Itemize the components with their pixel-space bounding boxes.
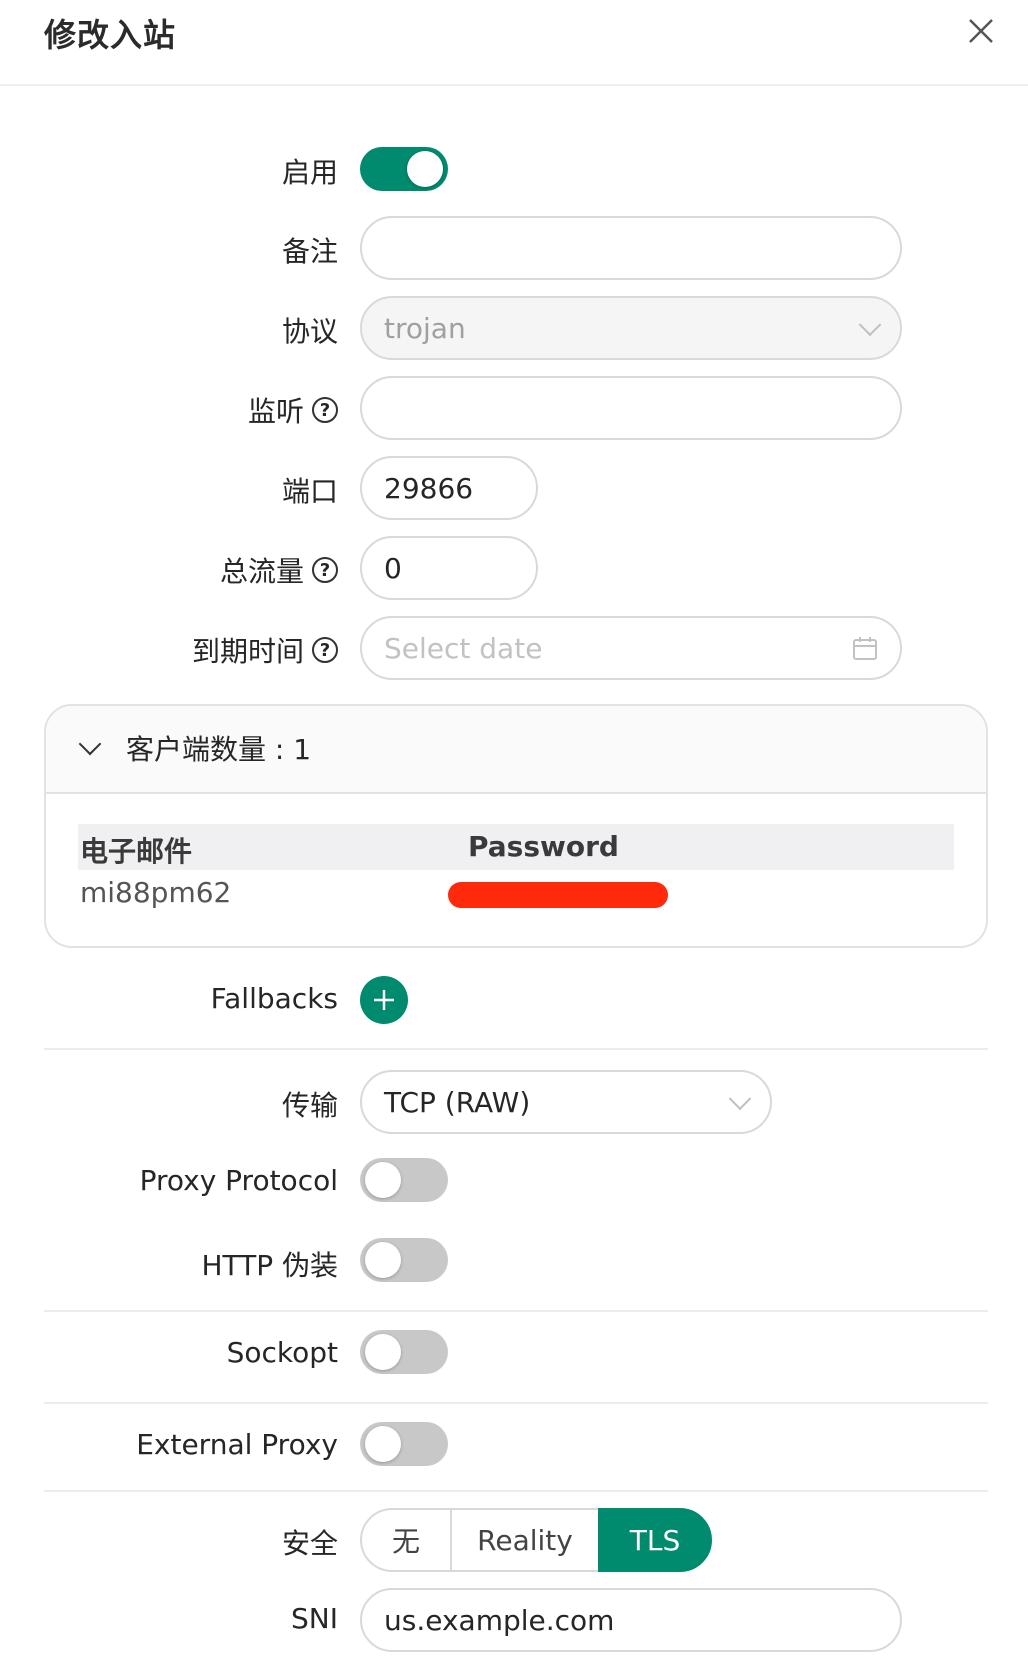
external-proxy-row: External Proxy	[0, 1422, 1028, 1470]
proxy-protocol-row: Proxy Protocol	[0, 1158, 1028, 1206]
port-row: 端口 29866	[0, 456, 1028, 520]
question-icon[interactable]: ?	[312, 557, 338, 583]
toggle-knob	[365, 1334, 401, 1370]
clients-panel-header[interactable]: 客户端数量 : 1	[46, 706, 986, 794]
divider	[44, 1048, 988, 1050]
enable-label: 启用	[281, 156, 338, 189]
sni-label: SNI	[291, 1602, 338, 1635]
proxy-protocol-toggle[interactable]	[360, 1158, 448, 1202]
security-segmented-control: 无 Reality TLS	[360, 1508, 712, 1572]
security-option-none[interactable]: 无	[360, 1508, 450, 1572]
toggle-knob	[365, 1242, 401, 1278]
transport-row: 传输 TCP (RAW)	[0, 1070, 1028, 1134]
sockopt-label: Sockopt	[226, 1336, 338, 1369]
column-password: Password	[468, 830, 619, 863]
external-proxy-toggle[interactable]	[360, 1422, 448, 1466]
remark-input[interactable]	[360, 216, 902, 280]
transport-value: TCP (RAW)	[384, 1085, 531, 1119]
traffic-input[interactable]: 0	[360, 536, 538, 600]
chevron-down-icon	[858, 313, 882, 337]
clients-table-header: 电子邮件 Password	[78, 824, 954, 870]
transport-label: 传输	[281, 1089, 338, 1122]
listen-row: 监听?	[0, 376, 1028, 440]
expiry-placeholder: Select date	[384, 631, 543, 665]
listen-label: 监听?	[248, 390, 338, 430]
modal-header: 修改入站	[0, 0, 1028, 86]
close-icon[interactable]	[964, 14, 998, 48]
security-option-reality[interactable]: Reality	[450, 1508, 598, 1572]
plus-icon	[374, 990, 394, 1010]
chevron-down-icon	[728, 1087, 752, 1111]
column-email: 电子邮件	[80, 835, 193, 868]
expiry-row: 到期时间? Select date	[0, 616, 1028, 680]
fallbacks-row: Fallbacks	[0, 976, 1028, 1026]
add-fallback-button[interactable]	[360, 976, 408, 1024]
security-label: 安全	[281, 1527, 338, 1560]
divider	[44, 1310, 988, 1312]
listen-input[interactable]	[360, 376, 902, 440]
client-email: mi88pm62	[80, 876, 232, 909]
proxy-protocol-label: Proxy Protocol	[139, 1164, 338, 1197]
question-icon[interactable]: ?	[312, 637, 338, 663]
remark-label: 备注	[281, 235, 338, 268]
fallbacks-label: Fallbacks	[210, 982, 338, 1015]
traffic-label: 总流量?	[220, 550, 338, 590]
toggle-knob	[365, 1162, 401, 1198]
divider	[44, 1490, 988, 1492]
clients-count: 客户端数量 : 1	[126, 733, 312, 766]
port-input[interactable]: 29866	[360, 456, 538, 520]
sni-input[interactable]: us.example.com	[360, 1588, 902, 1652]
expiry-date-picker[interactable]: Select date	[360, 616, 902, 680]
toggle-knob	[407, 151, 443, 187]
toggle-knob	[365, 1426, 401, 1462]
http-camouflage-label: HTTP 伪装	[201, 1249, 338, 1282]
sni-row: SNI us.example.com	[0, 1588, 1028, 1652]
clients-panel: 客户端数量 : 1 电子邮件 Password mi88pm62	[44, 704, 988, 948]
chevron-down-icon	[78, 732, 102, 756]
protocol-label: 协议	[281, 315, 338, 348]
expiry-label: 到期时间?	[192, 630, 338, 670]
sockopt-row: Sockopt	[0, 1330, 1028, 1378]
protocol-row: 协议 trojan	[0, 296, 1028, 360]
enable-toggle[interactable]	[360, 147, 448, 191]
sockopt-toggle[interactable]	[360, 1330, 448, 1374]
remark-row: 备注	[0, 216, 1028, 280]
modal-title: 修改入站	[44, 16, 177, 54]
calendar-icon	[853, 637, 877, 660]
port-label: 端口	[281, 475, 338, 508]
http-camouflage-toggle[interactable]	[360, 1238, 448, 1282]
traffic-row: 总流量? 0	[0, 536, 1028, 600]
protocol-value: trojan	[384, 311, 466, 345]
protocol-select[interactable]: trojan	[360, 296, 902, 360]
question-icon[interactable]: ?	[312, 397, 338, 423]
http-camouflage-row: HTTP 伪装	[0, 1238, 1028, 1286]
divider	[44, 1402, 988, 1404]
password-redaction	[448, 882, 668, 908]
security-option-tls[interactable]: TLS	[598, 1508, 712, 1572]
transport-select[interactable]: TCP (RAW)	[360, 1070, 772, 1134]
external-proxy-label: External Proxy	[136, 1428, 338, 1461]
enable-row: 启用	[0, 145, 1028, 195]
